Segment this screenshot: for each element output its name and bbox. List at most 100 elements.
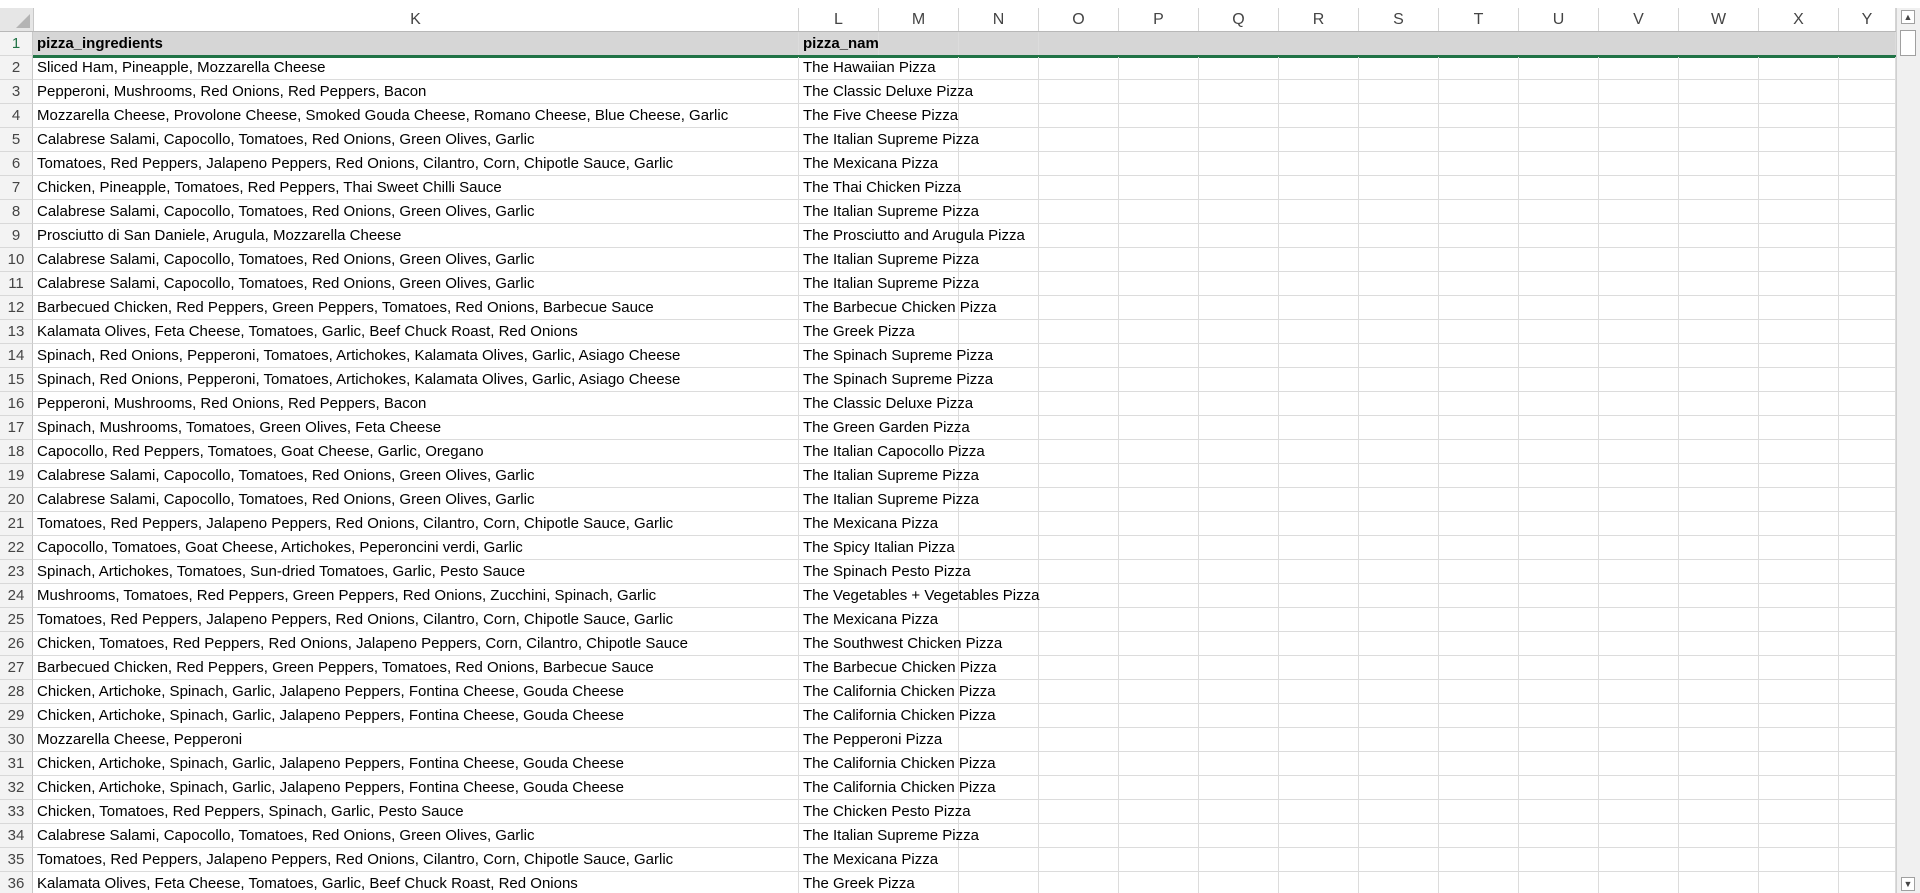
empty-cell[interactable] bbox=[1359, 584, 1439, 608]
cell-pizza-name[interactable]: The Mexicana Pizza bbox=[799, 608, 938, 632]
empty-cell[interactable] bbox=[1599, 272, 1679, 296]
empty-cell[interactable] bbox=[1759, 752, 1839, 776]
row-number[interactable]: 9 bbox=[0, 224, 33, 248]
empty-cell[interactable] bbox=[1279, 56, 1359, 80]
empty-cell[interactable] bbox=[1759, 728, 1839, 752]
row-number[interactable]: 30 bbox=[0, 728, 33, 752]
empty-cell[interactable] bbox=[1119, 368, 1199, 392]
row-number[interactable]: 16 bbox=[0, 392, 33, 416]
empty-cell[interactable] bbox=[1279, 584, 1359, 608]
empty-cell[interactable] bbox=[1279, 80, 1359, 104]
cell-pizza-ingredients[interactable]: Calabrese Salami, Capocollo, Tomatoes, R… bbox=[33, 248, 799, 272]
empty-cell[interactable] bbox=[1039, 536, 1119, 560]
row-number[interactable]: 20 bbox=[0, 488, 33, 512]
row-number[interactable]: 8 bbox=[0, 200, 33, 224]
column-header-y[interactable]: Y bbox=[1839, 8, 1896, 31]
cell-pizza-name[interactable]: The Chicken Pesto Pizza bbox=[799, 800, 971, 824]
empty-cell[interactable] bbox=[1759, 656, 1839, 680]
empty-cell[interactable] bbox=[1439, 224, 1519, 248]
empty-cell[interactable] bbox=[1519, 536, 1599, 560]
cell-pizza-name[interactable]: The Thai Chicken Pizza bbox=[799, 176, 961, 200]
empty-cell[interactable] bbox=[1599, 128, 1679, 152]
empty-cell[interactable] bbox=[1519, 392, 1599, 416]
empty-cell[interactable] bbox=[1599, 464, 1679, 488]
empty-cell[interactable] bbox=[1599, 800, 1679, 824]
empty-cell[interactable] bbox=[1599, 152, 1679, 176]
empty-cell[interactable] bbox=[1039, 512, 1119, 536]
cell-pizza-name[interactable]: The Spinach Supreme Pizza bbox=[799, 368, 993, 392]
empty-cell[interactable] bbox=[1359, 56, 1439, 80]
scrollbar-thumb[interactable] bbox=[1900, 30, 1916, 56]
empty-cell[interactable] bbox=[1759, 464, 1839, 488]
column-header-n[interactable]: N bbox=[959, 8, 1039, 31]
empty-cell[interactable] bbox=[1679, 392, 1759, 416]
empty-cell[interactable] bbox=[1759, 104, 1839, 128]
empty-cell[interactable] bbox=[1119, 728, 1199, 752]
empty-cell[interactable] bbox=[1199, 344, 1279, 368]
empty-cell[interactable] bbox=[1759, 872, 1839, 893]
empty-cell[interactable] bbox=[1279, 680, 1359, 704]
empty-cell[interactable] bbox=[1839, 128, 1896, 152]
row-number[interactable]: 25 bbox=[0, 608, 33, 632]
cell-pizza-ingredients[interactable]: Pepperoni, Mushrooms, Red Onions, Red Pe… bbox=[33, 80, 799, 104]
empty-cell[interactable] bbox=[1519, 728, 1599, 752]
empty-cell[interactable] bbox=[1199, 200, 1279, 224]
empty-cell[interactable] bbox=[1439, 104, 1519, 128]
empty-cell[interactable] bbox=[1679, 632, 1759, 656]
empty-cell[interactable] bbox=[1039, 176, 1119, 200]
empty-cell[interactable] bbox=[1599, 80, 1679, 104]
empty-cell[interactable] bbox=[1119, 320, 1199, 344]
empty-cell[interactable] bbox=[1759, 488, 1839, 512]
empty-cell[interactable] bbox=[1359, 440, 1439, 464]
empty-cell[interactable] bbox=[1279, 632, 1359, 656]
cell-pizza-ingredients[interactable]: Chicken, Artichoke, Spinach, Garlic, Jal… bbox=[33, 752, 799, 776]
empty-cell[interactable] bbox=[1759, 584, 1839, 608]
row-number[interactable]: 18 bbox=[0, 440, 33, 464]
empty-cell[interactable] bbox=[1599, 704, 1679, 728]
empty-cell[interactable] bbox=[1039, 320, 1119, 344]
empty-cell[interactable] bbox=[1439, 296, 1519, 320]
empty-cell[interactable] bbox=[1679, 224, 1759, 248]
empty-cell[interactable] bbox=[1439, 248, 1519, 272]
empty-cell[interactable] bbox=[1039, 416, 1119, 440]
empty-cell[interactable] bbox=[1359, 536, 1439, 560]
empty-cell[interactable] bbox=[1439, 728, 1519, 752]
empty-cell[interactable] bbox=[1839, 560, 1896, 584]
empty-cell[interactable] bbox=[1679, 56, 1759, 80]
row-number[interactable]: 6 bbox=[0, 152, 33, 176]
empty-cell[interactable] bbox=[1439, 200, 1519, 224]
empty-cell[interactable] bbox=[1279, 464, 1359, 488]
empty-cell[interactable] bbox=[1119, 56, 1199, 80]
empty-cell[interactable] bbox=[1519, 560, 1599, 584]
empty-cell[interactable] bbox=[1119, 80, 1199, 104]
empty-cell[interactable] bbox=[1119, 824, 1199, 848]
empty-cell[interactable] bbox=[1039, 248, 1119, 272]
cell-m1[interactable] bbox=[879, 32, 959, 56]
empty-cell[interactable] bbox=[1839, 656, 1896, 680]
row-number[interactable]: 7 bbox=[0, 176, 33, 200]
empty-cell[interactable] bbox=[1599, 440, 1679, 464]
cell-pizza-name[interactable]: The Italian Supreme Pizza bbox=[799, 488, 979, 512]
empty-cell[interactable] bbox=[1199, 104, 1279, 128]
empty-cell[interactable] bbox=[1839, 344, 1896, 368]
column-header-p[interactable]: P bbox=[1119, 8, 1199, 31]
empty-cell[interactable] bbox=[1039, 608, 1119, 632]
empty-cell[interactable] bbox=[1439, 824, 1519, 848]
empty-cell[interactable] bbox=[1759, 536, 1839, 560]
empty-cell[interactable] bbox=[1279, 248, 1359, 272]
empty-cell[interactable] bbox=[1199, 176, 1279, 200]
empty-cell[interactable] bbox=[1519, 416, 1599, 440]
empty-cell[interactable] bbox=[1839, 272, 1896, 296]
empty-cell[interactable] bbox=[1439, 80, 1519, 104]
column-header-t[interactable]: T bbox=[1439, 8, 1519, 31]
empty-cell[interactable] bbox=[1839, 416, 1896, 440]
empty-cell[interactable] bbox=[1439, 344, 1519, 368]
empty-cell[interactable] bbox=[1039, 152, 1119, 176]
cell-pizza-ingredients[interactable]: Mozzarella Cheese, Provolone Cheese, Smo… bbox=[33, 104, 799, 128]
row-number[interactable]: 31 bbox=[0, 752, 33, 776]
empty-cell[interactable] bbox=[1199, 248, 1279, 272]
empty-cell[interactable] bbox=[1839, 248, 1896, 272]
empty-cell[interactable] bbox=[1279, 776, 1359, 800]
empty-cell[interactable] bbox=[1599, 848, 1679, 872]
empty-cell[interactable] bbox=[1119, 176, 1199, 200]
